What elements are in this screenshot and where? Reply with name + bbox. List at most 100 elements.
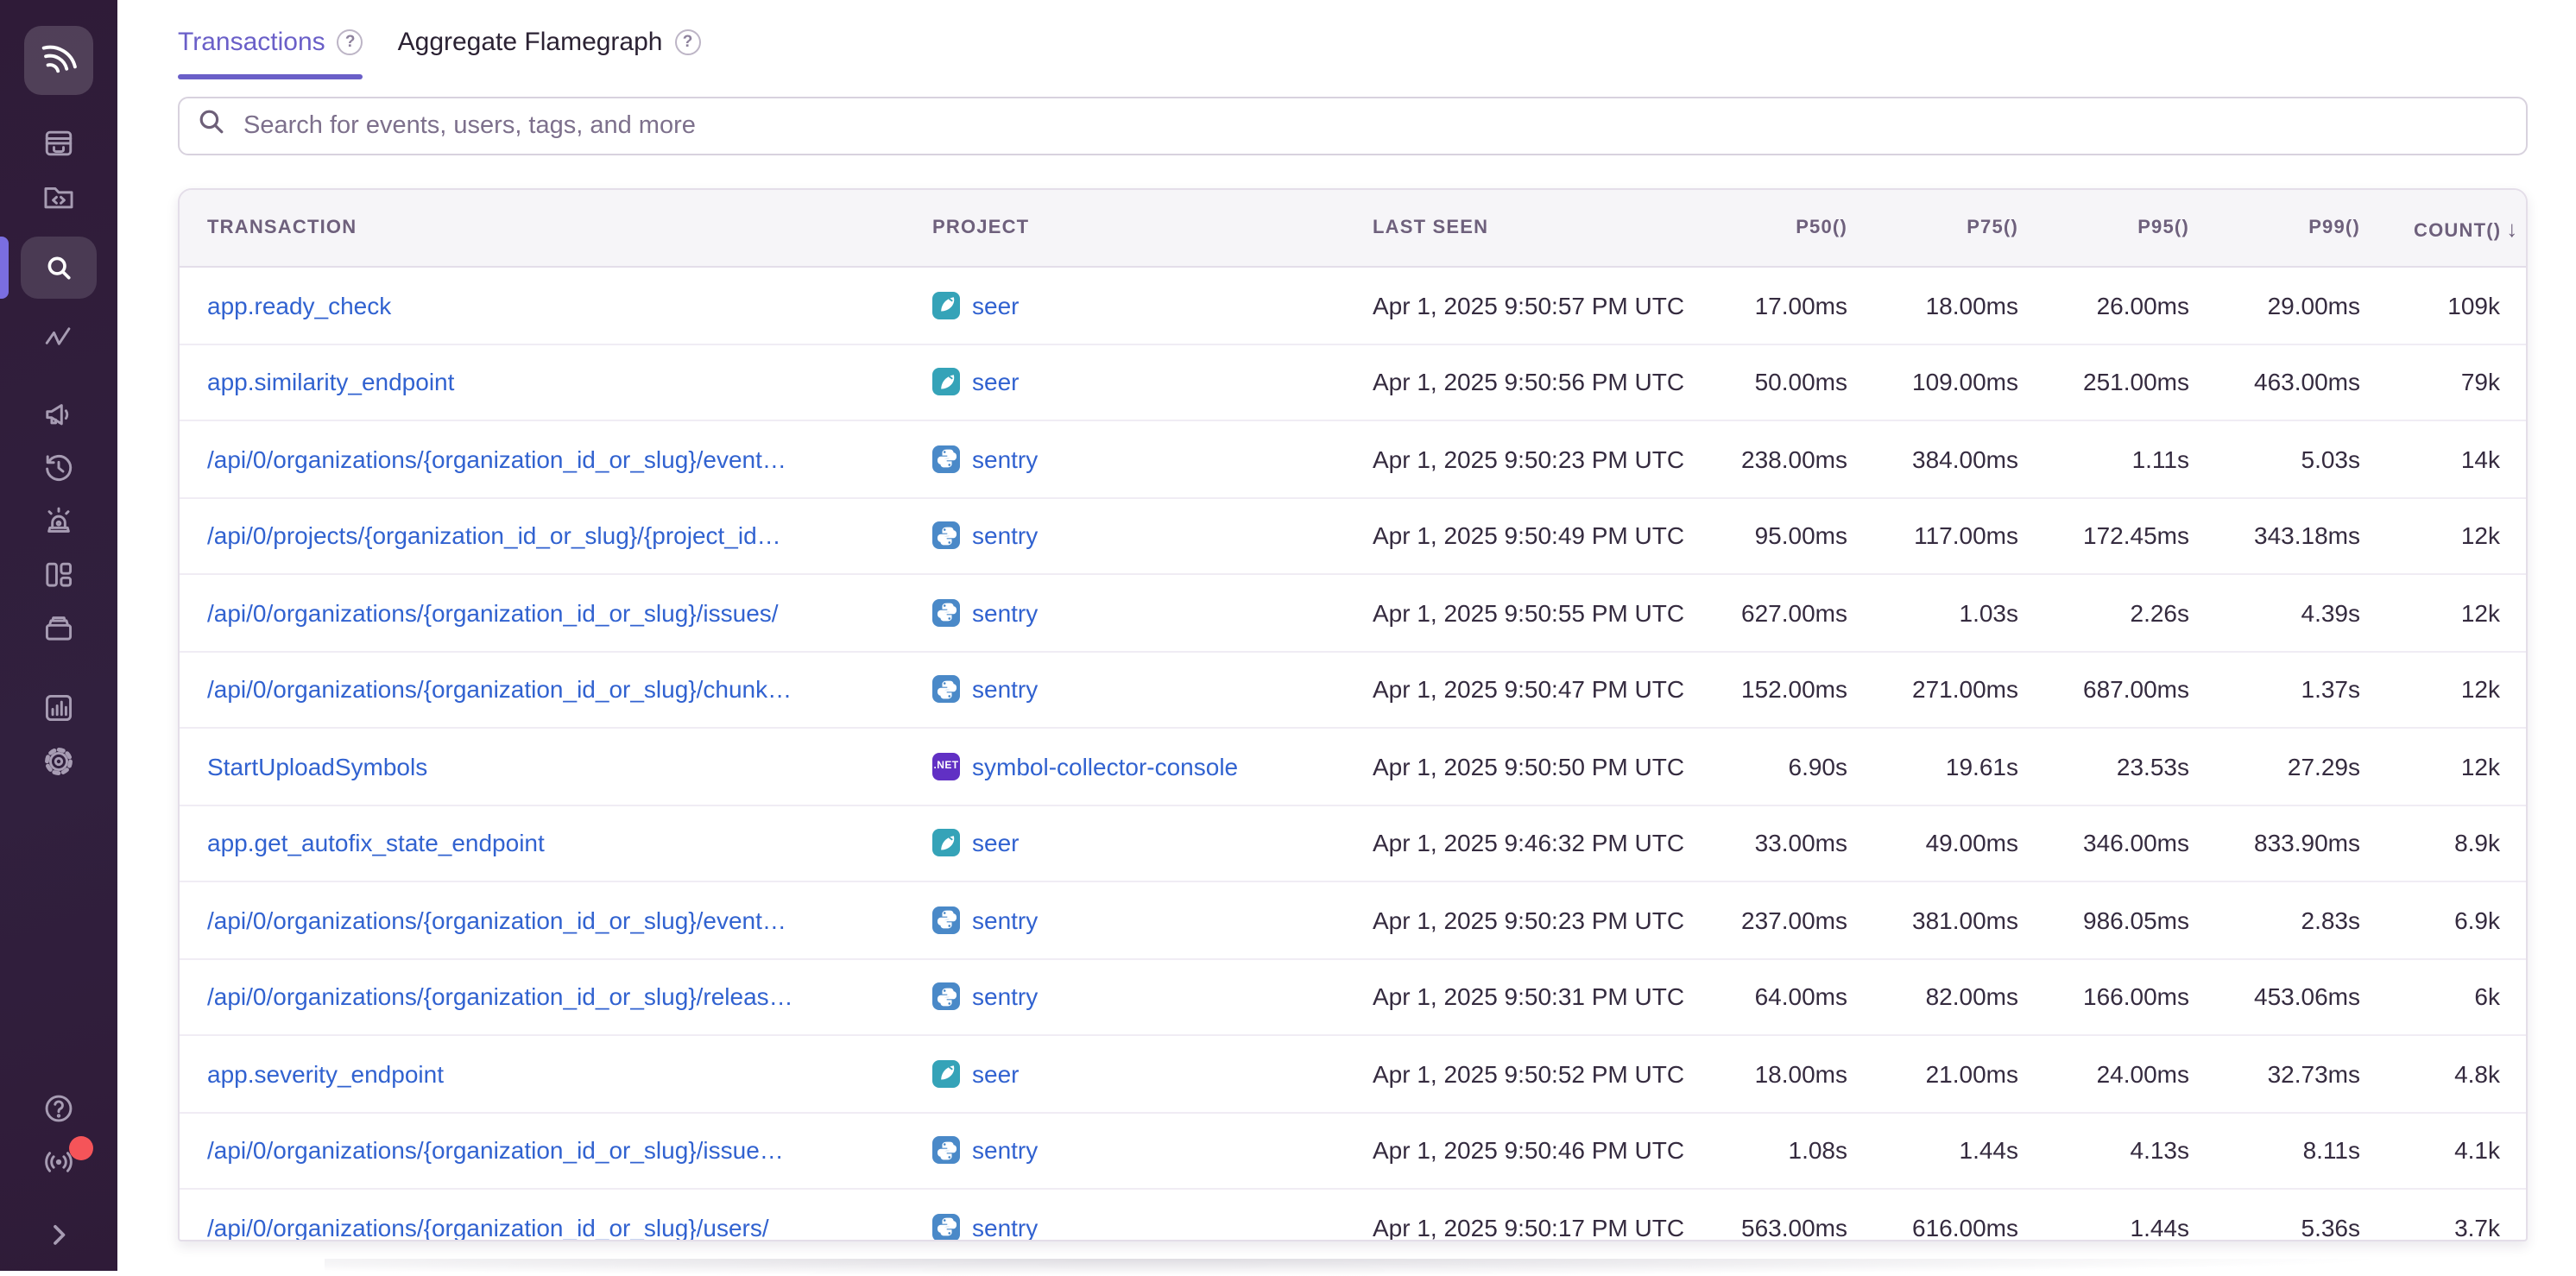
transaction-link[interactable]: /api/0/projects/{organization_id_or_slug… xyxy=(207,522,781,550)
transaction-cell: /api/0/organizations/{organization_id_or… xyxy=(180,906,905,934)
inbox-icon xyxy=(40,123,78,161)
siren-icon xyxy=(40,502,78,540)
count-cell: 12k xyxy=(2386,753,2526,780)
box-icon xyxy=(40,609,78,647)
p75-cell: 381.00ms xyxy=(1873,906,2044,934)
sidebar-item-zigzag[interactable] xyxy=(0,309,117,363)
project-link[interactable]: seer xyxy=(972,830,1019,857)
transaction-link[interactable]: /api/0/organizations/{organization_id_or… xyxy=(207,445,786,473)
p50-cell: 238.00ms xyxy=(1701,445,1873,473)
clock-rewind-icon xyxy=(40,448,78,486)
transaction-cell: /api/0/organizations/{organization_id_or… xyxy=(180,676,905,704)
sentry-logo-icon xyxy=(36,34,81,87)
transaction-link[interactable]: /api/0/organizations/{organization_id_or… xyxy=(207,599,779,627)
column-header-transaction[interactable]: TRANSACTION xyxy=(180,218,905,238)
p75-cell: 271.00ms xyxy=(1873,676,2044,704)
count-cell: 4.8k xyxy=(2386,1060,2526,1088)
transaction-link[interactable]: StartUploadSymbols xyxy=(207,753,427,780)
transaction-link[interactable]: app.similarity_endpoint xyxy=(207,369,454,396)
sidebar-item-search[interactable] xyxy=(0,237,117,299)
sidebar-item-box[interactable] xyxy=(0,601,117,654)
active-nav-indicator xyxy=(0,237,8,299)
project-cell: sentry xyxy=(905,445,1345,473)
code-folder-icon xyxy=(40,177,78,215)
search-input[interactable] xyxy=(240,111,2509,142)
transaction-link[interactable]: /api/0/organizations/{organization_id_or… xyxy=(207,983,793,1011)
transaction-cell: app.get_autofix_state_endpoint xyxy=(180,830,905,857)
sidebar-item-gear[interactable] xyxy=(0,734,117,787)
p95-cell: 26.00ms xyxy=(2044,292,2215,319)
transaction-link[interactable]: /api/0/organizations/{organization_id_or… xyxy=(207,1137,784,1165)
project-link[interactable]: sentry xyxy=(972,445,1038,473)
help-icon[interactable]: ? xyxy=(338,29,363,55)
transactions-table: TRANSACTION PROJECT LAST SEEN P50() P75(… xyxy=(178,188,2528,1241)
zigzag-icon xyxy=(40,317,78,355)
gear-icon xyxy=(40,742,78,780)
transaction-link[interactable]: app.severity_endpoint xyxy=(207,1060,444,1088)
seer-platform-icon xyxy=(932,830,960,857)
project-cell: sentry xyxy=(905,599,1345,627)
p99-cell: 32.73ms xyxy=(2215,1060,2386,1088)
column-header-p75[interactable]: P75() xyxy=(1873,218,2044,238)
project-link[interactable]: sentry xyxy=(972,1214,1038,1241)
sidebar-item-inbox[interactable] xyxy=(0,116,117,169)
sidebar-item-megaphone[interactable] xyxy=(0,387,117,440)
column-header-p99[interactable]: P99() xyxy=(2215,218,2386,238)
p50-cell: 33.00ms xyxy=(1701,830,1873,857)
project-link[interactable]: sentry xyxy=(972,522,1038,550)
transaction-link[interactable]: app.ready_check xyxy=(207,292,391,319)
last-seen-cell: Apr 1, 2025 9:50:56 PM UTC xyxy=(1345,369,1701,396)
p50-cell: 152.00ms xyxy=(1701,676,1873,704)
column-header-project[interactable]: PROJECT xyxy=(905,218,1345,238)
p99-cell: 1.37s xyxy=(2215,676,2386,704)
p95-cell: 1.44s xyxy=(2044,1214,2215,1241)
sidebar-item-chevron-right[interactable] xyxy=(0,1209,117,1260)
sidebar-item-layout[interactable] xyxy=(0,547,117,601)
project-link[interactable]: symbol-collector-console xyxy=(972,753,1238,780)
sidebar-item-broadcast[interactable] xyxy=(0,1134,117,1188)
transaction-link[interactable]: /api/0/organizations/{organization_id_or… xyxy=(207,1214,769,1241)
project-link[interactable]: seer xyxy=(972,369,1019,396)
p50-cell: 17.00ms xyxy=(1701,292,1873,319)
table-row: /api/0/organizations/{organization_id_or… xyxy=(180,652,2526,729)
sidebar-item-bar-chart[interactable] xyxy=(0,680,117,734)
tab-transactions[interactable]: Transactions ? xyxy=(178,22,363,79)
project-link[interactable]: sentry xyxy=(972,983,1038,1011)
project-link[interactable]: sentry xyxy=(972,1137,1038,1165)
column-header-p50[interactable]: P50() xyxy=(1701,218,1873,238)
sidebar-item-code-folder[interactable] xyxy=(0,169,117,223)
column-header-last-seen[interactable]: LAST SEEN xyxy=(1345,218,1701,238)
p95-cell: 687.00ms xyxy=(2044,676,2215,704)
project-cell: sentry xyxy=(905,1137,1345,1165)
transaction-link[interactable]: /api/0/organizations/{organization_id_or… xyxy=(207,906,786,934)
project-link[interactable]: sentry xyxy=(972,599,1038,627)
tab-aggregate-flamegraph-label: Aggregate Flamegraph xyxy=(398,28,663,57)
p50-cell: 6.90s xyxy=(1701,753,1873,780)
help-icon xyxy=(40,1089,78,1127)
table-row: /api/0/organizations/{organization_id_or… xyxy=(180,575,2526,652)
p50-cell: 1.08s xyxy=(1701,1137,1873,1165)
transaction-link[interactable]: /api/0/organizations/{organization_id_or… xyxy=(207,676,792,704)
sidebar-item-help[interactable] xyxy=(0,1081,117,1134)
project-link[interactable]: seer xyxy=(972,1060,1019,1088)
project-link[interactable]: seer xyxy=(972,292,1019,319)
project-cell: sentry xyxy=(905,1214,1345,1241)
column-header-p95[interactable]: P95() xyxy=(2044,218,2215,238)
p99-cell: 8.11s xyxy=(2215,1137,2386,1165)
tab-transactions-label: Transactions xyxy=(178,28,325,57)
dotnet-platform-icon: .NET xyxy=(932,753,960,780)
sentry-logo-button[interactable] xyxy=(24,26,93,95)
transaction-cell: /api/0/organizations/{organization_id_or… xyxy=(180,983,905,1011)
p75-cell: 49.00ms xyxy=(1873,830,2044,857)
transaction-link[interactable]: app.get_autofix_state_endpoint xyxy=(207,830,545,857)
p75-cell: 19.61s xyxy=(1873,753,2044,780)
tab-aggregate-flamegraph[interactable]: Aggregate Flamegraph ? xyxy=(398,22,701,79)
help-icon[interactable]: ? xyxy=(675,29,701,55)
sidebar-item-clock-rewind[interactable] xyxy=(0,440,117,494)
project-link[interactable]: sentry xyxy=(972,906,1038,934)
project-link[interactable]: sentry xyxy=(972,676,1038,704)
search-bar[interactable] xyxy=(178,97,2528,155)
main-content: Transactions ? Aggregate Flamegraph ? TR… xyxy=(117,0,2576,1271)
sidebar-item-siren[interactable] xyxy=(0,494,117,547)
column-header-count[interactable]: COUNT()↓ xyxy=(2386,215,2528,241)
